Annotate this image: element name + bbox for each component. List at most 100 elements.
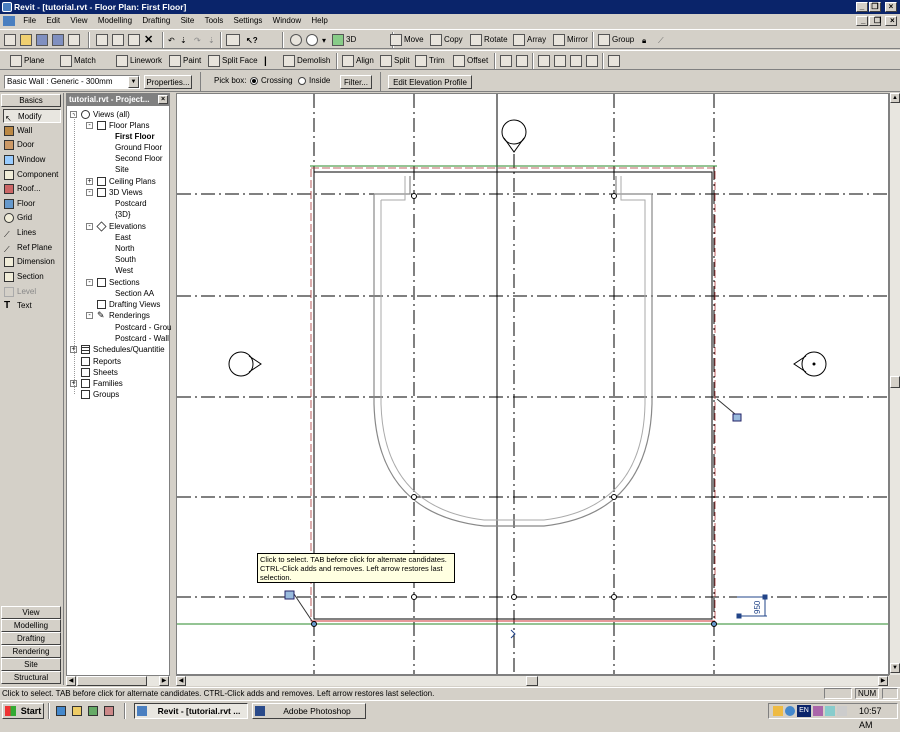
- demolish-button[interactable]: Demolish: [283, 54, 330, 68]
- document-icon[interactable]: [3, 16, 15, 26]
- tray-monitor-icon[interactable]: [825, 706, 835, 716]
- menu-edit[interactable]: Edit: [42, 14, 64, 28]
- language-indicator[interactable]: EN: [797, 705, 811, 717]
- scroll-down-icon[interactable]: ▼: [890, 663, 900, 673]
- print-icon[interactable]: [68, 33, 82, 47]
- menu-modelling[interactable]: Modelling: [94, 14, 136, 28]
- browser-scroll-left-icon[interactable]: ◀: [66, 676, 76, 686]
- design-item-floor[interactable]: Floor: [3, 197, 61, 211]
- open-icon[interactable]: [20, 33, 34, 47]
- linework-button[interactable]: Linework: [116, 54, 162, 68]
- browser-node-reports[interactable]: Reports: [81, 356, 121, 367]
- design-item-modify[interactable]: ↖ Modify: [3, 109, 61, 123]
- start-button[interactable]: Start: [2, 703, 44, 719]
- paste-icon[interactable]: [128, 33, 142, 47]
- match-button[interactable]: Match: [60, 54, 96, 68]
- expand-icon[interactable]: +: [86, 178, 93, 185]
- browser-node-schedules[interactable]: Schedules/Quantitie: [81, 344, 165, 355]
- browser-node-postcard[interactable]: Postcard: [115, 198, 147, 209]
- browser-scroll-right-icon[interactable]: ▶: [159, 676, 169, 686]
- tray-app-icon[interactable]: [813, 706, 823, 716]
- redo-dropdown-icon[interactable]: ⇣: [208, 33, 218, 47]
- menu-tools[interactable]: Tools: [201, 14, 228, 28]
- scroll-left-icon[interactable]: ◀: [176, 676, 186, 686]
- tray-network-icon[interactable]: [773, 706, 783, 716]
- design-item-grid[interactable]: Grid: [3, 211, 61, 225]
- thin-lines-icon[interactable]: [226, 33, 242, 47]
- design-item-component[interactable]: Component: [3, 168, 61, 182]
- collapse-icon[interactable]: -: [86, 122, 93, 129]
- pin-icon[interactable]: [500, 54, 514, 68]
- browser-node-sheets[interactable]: Sheets: [81, 367, 118, 378]
- split-face-button[interactable]: Split Face: [208, 54, 258, 68]
- browser-horizontal-scrollbar[interactable]: ◀ ▶: [66, 675, 170, 686]
- menu-settings[interactable]: Settings: [230, 14, 267, 28]
- horizontal-scrollbar[interactable]: ◀ ▶: [176, 675, 889, 686]
- split-button[interactable]: Split: [380, 54, 410, 68]
- properties-button[interactable]: Properties...: [144, 75, 192, 89]
- browser-node-west[interactable]: West: [115, 265, 133, 276]
- join-icon[interactable]: [538, 54, 552, 68]
- menu-site[interactable]: Site: [177, 14, 199, 28]
- vertical-scrollbar[interactable]: ▲ ▼: [889, 93, 900, 675]
- tab-site[interactable]: Site: [1, 658, 61, 671]
- copy-icon[interactable]: [112, 33, 126, 47]
- undo-dropdown-icon[interactable]: ⇣: [180, 33, 190, 47]
- align-button[interactable]: Align: [342, 54, 374, 68]
- design-item-roof[interactable]: Roof...: [3, 182, 61, 196]
- filter-button[interactable]: Filter...: [340, 75, 372, 89]
- 3d-view-button[interactable]: 3D: [332, 33, 356, 47]
- scroll-up-icon[interactable]: ▲: [890, 93, 900, 103]
- doc-restore-button[interactable]: ❐: [869, 16, 881, 26]
- browser-scroll-thumb[interactable]: [77, 676, 147, 686]
- browser-node-3d-views[interactable]: 3D Views: [97, 187, 143, 198]
- browser-node-east[interactable]: East: [115, 232, 131, 243]
- chevron-down-icon[interactable]: ▼: [128, 76, 139, 88]
- taskbar-revit-button[interactable]: Revit - [tutorial.rvt ...: [134, 703, 248, 719]
- offset-button[interactable]: Offset: [453, 54, 488, 68]
- paste-aligned-icon[interactable]: [586, 54, 600, 68]
- help-pointer-icon[interactable]: ↖?: [246, 33, 260, 47]
- move-button[interactable]: Move: [390, 33, 424, 47]
- tray-volume-icon[interactable]: [837, 706, 847, 716]
- edit-elevation-profile-button[interactable]: Edit Elevation Profile: [388, 75, 472, 89]
- cut-icon[interactable]: [96, 33, 110, 47]
- menu-help[interactable]: Help: [307, 14, 331, 28]
- browser-node-views-all[interactable]: Views (all): [81, 109, 130, 120]
- delete-icon[interactable]: ✕: [144, 33, 158, 47]
- new-icon[interactable]: [4, 33, 18, 47]
- browser-node-3d-default[interactable]: {3D}: [115, 209, 131, 220]
- trim-button[interactable]: Trim: [415, 54, 445, 68]
- horizontal-scroll-thumb[interactable]: [526, 676, 538, 686]
- browser-node-ceiling-plans[interactable]: Ceiling Plans: [97, 176, 156, 187]
- close-button[interactable]: ×: [885, 2, 897, 12]
- array-button[interactable]: Array: [513, 33, 546, 47]
- group-button[interactable]: Group: [598, 33, 634, 47]
- paint-button[interactable]: Paint: [169, 54, 201, 68]
- browser-node-south[interactable]: South: [115, 254, 136, 265]
- taskbar-photoshop-button[interactable]: Adobe Photoshop: [252, 703, 366, 719]
- save-icon[interactable]: [36, 33, 50, 47]
- browser-node-site[interactable]: Site: [115, 164, 129, 175]
- menu-view[interactable]: View: [66, 14, 91, 28]
- minimize-button[interactable]: _: [856, 2, 868, 12]
- tab-view[interactable]: View: [1, 606, 61, 619]
- copy-button[interactable]: Copy: [430, 33, 463, 47]
- plane-button[interactable]: Plane: [10, 54, 44, 68]
- browser-node-second-floor[interactable]: Second Floor: [115, 153, 163, 164]
- menu-file[interactable]: File: [19, 14, 40, 28]
- design-item-wall[interactable]: Wall: [3, 124, 61, 138]
- vertical-scroll-thumb[interactable]: [890, 376, 900, 388]
- close-icon[interactable]: ×: [158, 95, 168, 104]
- collapse-icon[interactable]: -: [86, 279, 93, 286]
- restore-button[interactable]: ❐: [869, 2, 881, 12]
- save-all-icon[interactable]: [52, 33, 66, 47]
- doc-close-button[interactable]: ×: [885, 16, 897, 26]
- lock-icon[interactable]: 🔒︎: [642, 33, 656, 47]
- browser-node-renderings[interactable]: ✎ Renderings: [97, 310, 150, 321]
- mirror-button[interactable]: Mirror: [553, 33, 588, 47]
- tray-globe-icon[interactable]: [785, 706, 795, 716]
- design-item-ref-plane[interactable]: ⟋ Ref Plane: [3, 241, 61, 255]
- tab-rendering[interactable]: Rendering: [1, 645, 61, 658]
- drawing-area[interactable]: 950: [176, 93, 889, 675]
